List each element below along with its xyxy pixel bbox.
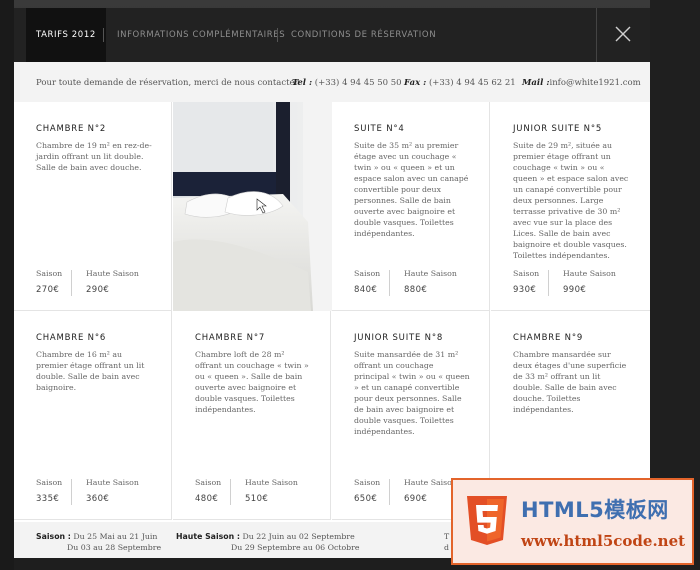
room-title: CHAMBRE N°9 <box>513 333 584 343</box>
saison-dates-label: Saison : <box>36 532 71 541</box>
tariffs-modal: TARIFS 2012 INFORMATIONS COMPLÉMENTAIRES… <box>14 8 650 558</box>
haute-line1: Du 22 Juin au 02 Septembre <box>242 532 355 541</box>
saison-price: 840€ <box>354 285 378 295</box>
tab-divider <box>277 28 278 42</box>
room-card: CHAMBRE N°2 Chambre de 19 m² en rez-de-j… <box>14 102 172 311</box>
saison-label: Saison <box>354 478 381 487</box>
room-photo <box>173 102 332 311</box>
mail-link[interactable]: info@white1921.com <box>549 78 640 88</box>
room-title: JUNIOR SUITE N°8 <box>354 333 444 343</box>
room-title: CHAMBRE N°6 <box>36 333 107 343</box>
footer-extra1: T <box>444 532 450 541</box>
haute-line2: Du 29 Septembre au 06 Octobre <box>231 543 360 552</box>
backdrop-left-edge <box>0 0 14 570</box>
tab-conditions[interactable]: CONDITIONS DE RÉSERVATION <box>291 8 436 62</box>
price-divider <box>548 270 549 296</box>
watermark-brand: HTML5模板网 <box>521 498 669 522</box>
room-title: JUNIOR SUITE N°5 <box>513 124 603 134</box>
saison-label: Saison <box>513 269 540 278</box>
room-description: Chambre loft de 28 m² offrant un couchag… <box>195 350 309 414</box>
room-title: CHAMBRE N°7 <box>195 333 266 343</box>
haute-saison-label: Haute Saison <box>245 478 298 487</box>
haute-saison-price: 880€ <box>404 285 428 295</box>
saison-label: Saison <box>36 269 63 278</box>
saison-price: 335€ <box>36 494 60 504</box>
haute-saison-label: Haute Saison <box>86 478 139 487</box>
price-divider <box>389 479 390 505</box>
modal-tab-bar: TARIFS 2012 INFORMATIONS COMPLÉMENTAIRES… <box>14 8 650 62</box>
haute-saison-price: 290€ <box>86 285 110 295</box>
tab-tarifs-2012[interactable]: TARIFS 2012 <box>26 8 106 62</box>
room-card: SUITE N°4 Suite de 35 m² au premier étag… <box>332 102 490 311</box>
haute-saison-label: Haute Saison <box>404 269 457 278</box>
saison-price: 930€ <box>513 285 537 295</box>
room-description: Suite de 29 m², située au premier étage … <box>513 141 629 260</box>
haute-saison-label: Haute Saison <box>563 269 616 278</box>
saison-price: 650€ <box>354 494 378 504</box>
saison-dates: Saison : Du 25 Mai au 21 Juin <box>36 532 157 541</box>
html5-shield-icon <box>467 496 507 545</box>
close-icon <box>615 26 631 42</box>
contact-fax: Fax : (+33) 4 94 45 62 21 <box>404 78 516 88</box>
tel-label: Tel : <box>292 78 313 88</box>
saison-label: Saison <box>36 478 63 487</box>
saison-label: Saison <box>195 478 222 487</box>
haute-saison-label: Haute Saison <box>86 269 139 278</box>
room-description: Suite de 35 m² au premier étage avec un … <box>354 141 469 238</box>
haute-saison-price: 690€ <box>404 494 428 504</box>
room-title: CHAMBRE N°2 <box>36 124 107 134</box>
watermark-url: www.html5code.net <box>521 532 686 550</box>
watermark-logo[interactable]: HTML5模板网 www.html5code.net <box>451 478 694 565</box>
close-button[interactable] <box>596 8 650 62</box>
contact-tel: Tel : (+33) 4 94 45 50 50 <box>292 78 402 88</box>
room-description: Suite mansardée de 31 m² offrant un couc… <box>354 350 470 436</box>
room-description: Chambre de 16 m² au premier étage offran… <box>36 350 145 392</box>
fax-label: Fax : <box>404 78 427 88</box>
saison-price: 480€ <box>195 494 219 504</box>
bedroom-photo <box>173 102 332 311</box>
price-divider <box>230 479 231 505</box>
room-card: JUNIOR SUITE N°5 Suite de 29 m², située … <box>491 102 650 311</box>
haute-saison-price: 510€ <box>245 494 269 504</box>
fax-value: (+33) 4 94 45 62 21 <box>428 78 516 88</box>
tab-informations[interactable]: INFORMATIONS COMPLÉMENTAIRES <box>117 8 285 62</box>
room-card: CHAMBRE N°7 Chambre loft de 28 m² offran… <box>173 311 331 520</box>
room-title: SUITE N°4 <box>354 124 405 134</box>
tel-value: (+33) 4 94 45 50 50 <box>314 78 402 88</box>
room-description: Chambre de 19 m² en rez-de-jardin offran… <box>36 141 152 172</box>
haute-saison-label: Haute Saison <box>404 478 457 487</box>
contact-intro: Pour toute demande de réservation, merci… <box>36 78 301 88</box>
price-divider <box>71 270 72 296</box>
tab-divider <box>103 28 104 42</box>
saison-label: Saison <box>354 269 381 278</box>
room-description: Chambre mansardée sur deux étages d'une … <box>513 350 627 414</box>
saison-price: 270€ <box>36 285 60 295</box>
contact-bar: Pour toute demande de réservation, merci… <box>14 62 650 102</box>
haute-saison-price: 990€ <box>563 285 587 295</box>
saison-line1: Du 25 Mai au 21 Juin <box>73 532 158 541</box>
contact-mail: Mail :info@white1921.com <box>522 78 641 88</box>
haute-saison-price: 360€ <box>86 494 110 504</box>
rooms-grid: CHAMBRE N°2 Chambre de 19 m² en rez-de-j… <box>14 102 650 522</box>
saison-line2: Du 03 au 28 Septembre <box>67 543 162 552</box>
footer-extra2: d <box>444 543 449 552</box>
price-divider <box>71 479 72 505</box>
room-card: CHAMBRE N°6 Chambre de 16 m² au premier … <box>14 311 172 520</box>
haute-saison-dates-label: Haute Saison : <box>176 532 240 541</box>
haute-saison-dates: Haute Saison : Du 22 Juin au 02 Septembr… <box>176 532 355 541</box>
price-divider <box>389 270 390 296</box>
mail-label: Mail : <box>522 78 550 88</box>
